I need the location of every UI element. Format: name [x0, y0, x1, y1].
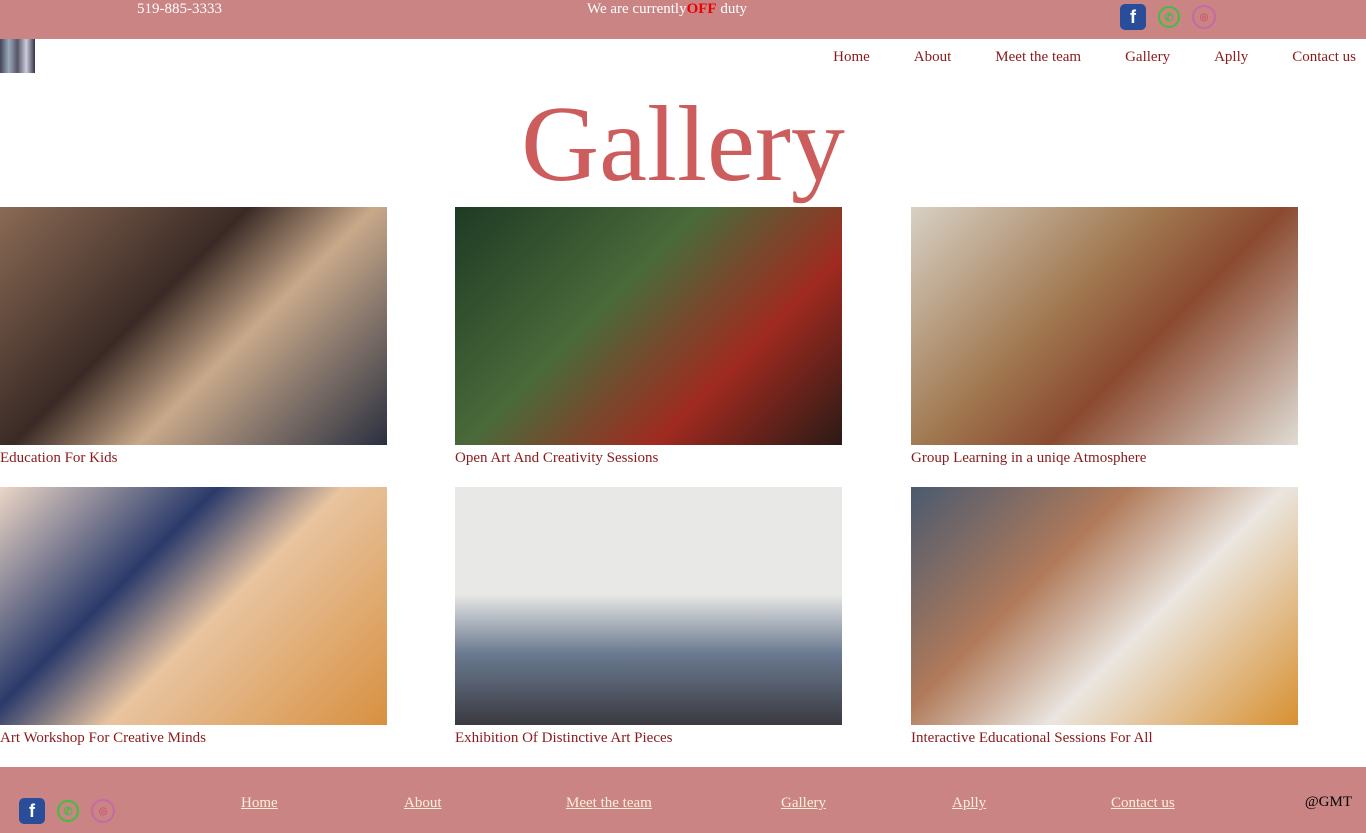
gallery-image [911, 207, 1298, 445]
gallery-item: Education For Kids [0, 207, 387, 467]
top-bar: 519-885-3333 We are currentlyOFF duty f … [0, 0, 1366, 39]
nav-gallery[interactable]: Gallery [1125, 49, 1170, 66]
duty-status: We are currentlyOFF duty [587, 1, 747, 18]
copyright: @GMT [1304, 794, 1352, 810]
gallery-caption: Group Learning in a uniqe Atmosphere [911, 450, 1147, 466]
gallery-item: Group Learning in a uniqe Atmosphere [911, 207, 1298, 467]
gallery-item: Interactive Educational Sessions For All [911, 487, 1298, 747]
instagram-icon[interactable]: ◎ [1192, 5, 1216, 29]
footer-nav-contact[interactable]: Contact us [1111, 795, 1175, 812]
footer-nav-apply[interactable]: Aplly [952, 795, 986, 812]
footer-nav-home[interactable]: Home [241, 795, 278, 812]
instagram-icon[interactable]: ◎ [91, 799, 115, 823]
whatsapp-icon[interactable]: ✆ [1158, 6, 1180, 28]
gallery-item: Exhibition Of Distinctive Art Pieces [455, 487, 842, 747]
gallery-caption: Interactive Educational Sessions For All [911, 730, 1153, 746]
gallery-item: Open Art And Creativity Sessions [455, 207, 842, 467]
duty-suffix: duty [716, 1, 747, 17]
gallery-image [455, 487, 842, 725]
footer-social-links: f ✆ ◎ [19, 798, 115, 824]
logo[interactable] [0, 39, 35, 73]
nav-team[interactable]: Meet the team [995, 49, 1081, 66]
gallery-caption: Exhibition Of Distinctive Art Pieces [455, 730, 673, 746]
gallery-item: Art Workshop For Creative Minds [0, 487, 387, 747]
gallery-image [911, 487, 1298, 725]
duty-status-value: OFF [686, 1, 717, 17]
main-nav: Home About Meet the team Gallery Aplly C… [833, 49, 1356, 66]
gallery-caption: Education For Kids [0, 450, 118, 466]
nav-apply[interactable]: Aplly [1214, 49, 1248, 66]
footer-nav-about[interactable]: About [404, 795, 442, 812]
nav-home[interactable]: Home [833, 49, 870, 66]
nav-about[interactable]: About [914, 49, 952, 66]
social-links: f ✆ ◎ [1120, 4, 1216, 30]
page-title: Gallery [521, 85, 845, 204]
phone-number: 519-885-3333 [137, 1, 222, 17]
gallery-caption: Art Workshop For Creative Minds [0, 730, 207, 746]
facebook-icon[interactable]: f [1120, 4, 1146, 30]
whatsapp-icon[interactable]: ✆ [57, 800, 79, 822]
gallery-image [0, 207, 387, 445]
footer-nav-gallery[interactable]: Gallery [781, 795, 826, 812]
footer-nav-team[interactable]: Meet the team [566, 795, 652, 812]
duty-prefix: We are currently [587, 1, 687, 17]
gallery-caption: Open Art And Creativity Sessions [455, 450, 659, 466]
footer: f ✆ ◎ Home About Meet the team Gallery A… [0, 767, 1366, 833]
gallery-image [455, 207, 842, 445]
gallery-image [0, 487, 387, 725]
nav-contact[interactable]: Contact us [1292, 49, 1356, 66]
facebook-icon[interactable]: f [19, 798, 45, 824]
